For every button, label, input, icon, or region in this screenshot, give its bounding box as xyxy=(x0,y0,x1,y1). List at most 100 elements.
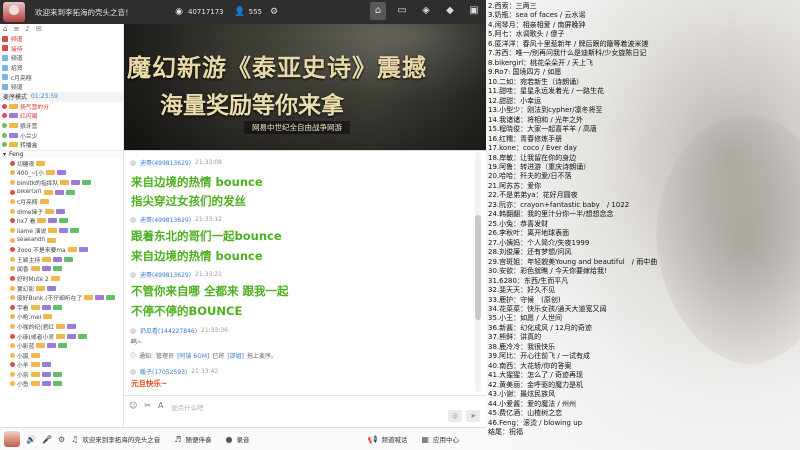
channel-tree-item[interactable]: c月亮翔 xyxy=(0,72,123,82)
user-list-item[interactable]: 切糖夜 xyxy=(0,159,123,169)
user-list-item[interactable]: liame 演说 xyxy=(0,226,123,236)
message-nick[interactable]: 暖子(17052593) xyxy=(140,367,187,376)
user-list-item[interactable]: bikerGirl xyxy=(0,187,123,197)
home-icon[interactable]: ⌂ xyxy=(3,25,7,33)
gear-icon[interactable]: ⚙ xyxy=(58,435,65,444)
home-icon[interactable]: ⌂ xyxy=(370,2,386,20)
chat-scroll-thumb[interactable] xyxy=(475,215,481,320)
song-list: 2.西索：三两三 3.奶瓶：sea of faces / 云水谣 4.闲琴月：相亲相… xyxy=(488,2,683,438)
user-name: 小影蓝 xyxy=(17,344,35,351)
user-list-item[interactable]: c月亮翔 xyxy=(0,197,123,207)
avatar xyxy=(130,216,136,223)
chat-icon[interactable]: ▭ xyxy=(394,2,410,20)
song-list-line: 30.安欲：彩色就瞧 / 今天你要嫁给我! xyxy=(488,267,607,276)
channel-avatar[interactable] xyxy=(3,2,25,22)
hot-count-value: 40717173 xyxy=(188,8,224,16)
mic-queue-item[interactable]: 扬气营的分 xyxy=(0,102,123,112)
mic-queue-item[interactable]: 转播盒 xyxy=(0,140,123,150)
message-nick[interactable]: 扔瓜看(144227846) xyxy=(140,326,197,335)
user-list-item[interactable]: 王颖主持 xyxy=(0,254,123,264)
user-list-item[interactable]: 小枪.mei xyxy=(0,312,123,322)
chat-message: 不管你来自哪 全都来 跟我一起 xyxy=(131,284,289,298)
user-list-item[interactable]: 废好Bunk.(不仔细听在了 xyxy=(0,293,123,303)
song-list-line: 33.鹿护：守候 (原创) xyxy=(488,295,561,304)
user-list-item[interactable]: hx7 看 xyxy=(0,216,123,226)
user-list-item[interactable]: 小奈 xyxy=(0,370,123,380)
voice-icon[interactable]: ♪ xyxy=(25,25,29,33)
message-nick[interactable]: 迪哥(499813629) xyxy=(140,215,191,224)
message-icon[interactable]: ✉ xyxy=(36,25,42,33)
voice-icon[interactable]: ◎ xyxy=(448,410,462,422)
user-list-item[interactable]: 小羊 xyxy=(0,360,123,370)
ad-banner[interactable]: 魔幻新游《泰亚史诗》震撼 海量奖励等你来拿 网易中世纪全自由战争网游 xyxy=(124,24,486,150)
song-list-line: 18.岸敏：让我留在你的身边 xyxy=(488,153,577,162)
user-badge xyxy=(30,352,40,358)
record-button[interactable]: 录音 xyxy=(236,434,249,444)
app-center-button[interactable]: 应用中心 xyxy=(433,434,459,444)
song-list-line: 26.李秋叶：离开地球表面 xyxy=(488,229,570,238)
user-badge xyxy=(59,227,69,233)
user-badge xyxy=(41,266,51,272)
notice-target[interactable]: [邵姐] xyxy=(227,351,244,360)
notice-text: 已将 xyxy=(212,353,225,360)
gift-icon[interactable]: ◆ xyxy=(442,2,458,20)
send-button[interactable]: ➤ xyxy=(466,410,480,422)
channel-tree-item[interactable]: 招贤 xyxy=(0,63,123,73)
mic-queue-item[interactable]: 狼牙营 xyxy=(0,121,123,131)
channel-tree-item[interactable]: 频道 xyxy=(0,53,123,63)
user-list-item[interactable]: 闻香 xyxy=(0,264,123,274)
user-list-item[interactable]: seaeahdn xyxy=(0,235,123,245)
song-list-line: 22.不是弟弟ya：花好月圆夜 xyxy=(488,191,578,200)
section-header[interactable]: ▾ Feng xyxy=(0,149,123,159)
speaker-icon[interactable]: 🔊 xyxy=(26,435,36,444)
user-list-item[interactable]: 小影蓝 xyxy=(0,341,123,351)
sound-icon[interactable]: ♫ xyxy=(71,435,78,444)
user-list-item[interactable]: 小鱼 xyxy=(0,379,123,389)
user-name: 废好Bunk.(不仔细听在了 xyxy=(17,296,83,303)
banner-subtitle: 海量奖励等你来拿 xyxy=(160,92,344,119)
chat-input[interactable]: 说点什么吧 xyxy=(171,402,204,412)
chevron-down-icon: ▾ xyxy=(3,151,7,159)
user-list-item[interactable]: 小琢(或者小灵 xyxy=(0,331,123,341)
user-list-item[interactable]: dime婶子 xyxy=(0,207,123,217)
channel-tree-item[interactable]: 接待 xyxy=(0,44,123,54)
chat-input-bar: ☺ ✂ A 说点什么吧 ◎ ➤ xyxy=(124,395,486,426)
message-nick[interactable]: 迪哥(499813629) xyxy=(140,270,191,279)
user-list-item[interactable]: bimitk的指挥队 xyxy=(0,178,123,188)
user-list-item[interactable]: 蒙幻影 xyxy=(0,283,123,293)
channel-call-button[interactable]: 频道喊话 xyxy=(381,434,407,444)
notice-text: 管理员 xyxy=(156,353,175,360)
app-center-icon: ▦ xyxy=(421,434,429,444)
font-icon[interactable]: A xyxy=(158,401,163,410)
mic-queue-item[interactable]: 红闪阁 xyxy=(0,111,123,121)
scissors-icon[interactable]: ✂ xyxy=(144,401,151,410)
user-list-item[interactable]: 3ooo 不是来要ma xyxy=(0,245,123,255)
settings-icon[interactable]: ⚙ xyxy=(268,6,280,18)
mic-mode-label: 麦序模式 xyxy=(3,94,28,102)
emoji-icon[interactable]: ☺ xyxy=(129,401,137,410)
user-badge xyxy=(78,333,88,339)
list-icon[interactable]: ≡ xyxy=(13,25,19,33)
channel-tree-label: c月亮翔 xyxy=(11,75,32,82)
song-list-line: 25.小兔：恭喜发财 xyxy=(488,219,549,228)
notice-admin[interactable]: [阿瑞 6GM] xyxy=(177,351,209,360)
user-name: liame 演说 xyxy=(17,228,47,235)
channel-tree-item[interactable]: 频道 xyxy=(0,34,123,44)
user-name: 闻香 xyxy=(17,267,29,274)
user-list-item[interactable]: 好时Mute 2 xyxy=(0,274,123,284)
user-badge xyxy=(41,304,51,310)
user-list-item[interactable]: 小咖的纪(君红 xyxy=(0,322,123,332)
mic-queue-item[interactable]: 小兰少 xyxy=(0,130,123,140)
message-nick[interactable]: 迪哥(499813629) xyxy=(140,158,191,167)
user-list-item[interactable]: 400_~[小 xyxy=(0,168,123,178)
screen-icon[interactable]: ▣ xyxy=(466,2,482,20)
avatar[interactable] xyxy=(4,431,20,447)
gamepad-icon[interactable]: ◈ xyxy=(418,2,434,20)
mic-icon[interactable]: 🎤 xyxy=(42,435,52,444)
user-list-item[interactable]: 小嵐 xyxy=(0,350,123,360)
user-list-item[interactable]: 宇看 xyxy=(0,302,123,312)
song-list-line: 5.阿七：水调歌头 / 傻子 xyxy=(488,30,565,39)
accompany-button[interactable]: 随便伴奏 xyxy=(185,434,211,444)
message-time: 21:33:36 xyxy=(201,327,228,334)
channel-tree-item[interactable]: 频道 xyxy=(0,82,123,92)
